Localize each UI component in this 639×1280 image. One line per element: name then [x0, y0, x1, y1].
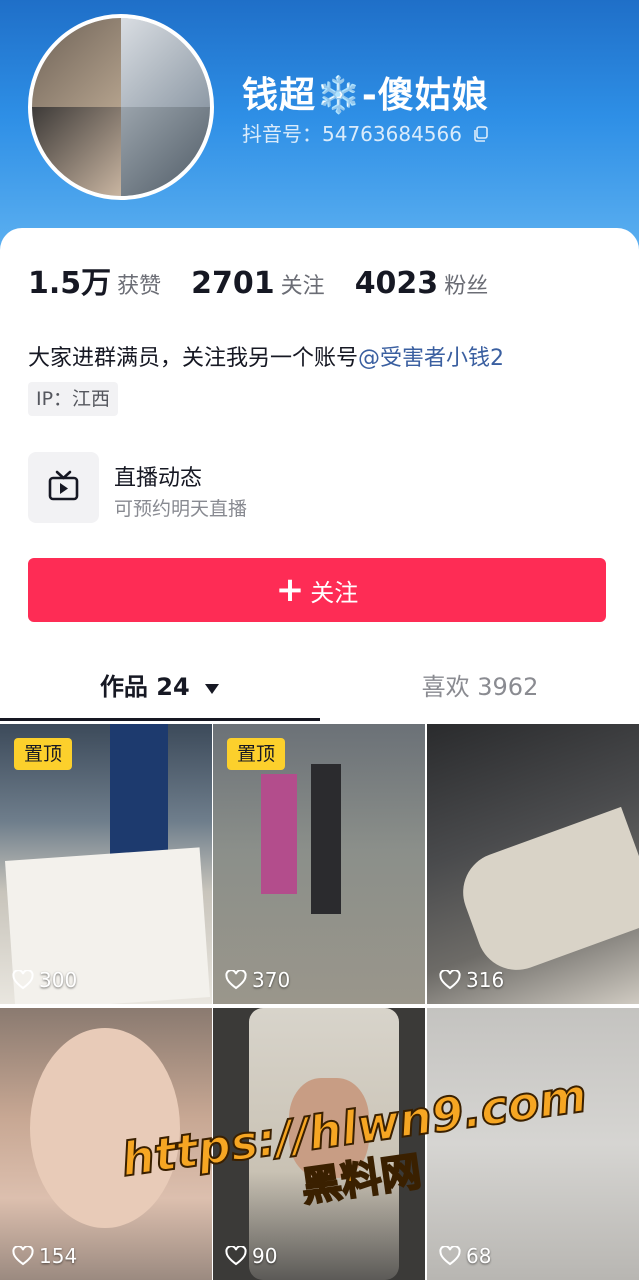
pinned-badge: 置顶: [227, 738, 285, 770]
video-like-count: 90: [225, 1244, 277, 1268]
like-count-text: 154: [39, 1244, 78, 1268]
follow-button-label: 关注: [310, 578, 359, 607]
tab-works-label: 作品 24: [99, 673, 190, 701]
leg-figure: [451, 806, 639, 982]
like-count-text: 90: [252, 1244, 278, 1268]
active-tab-indicator: [0, 718, 320, 721]
avatar-collage-photo: [32, 107, 121, 196]
video-like-count: 300: [12, 968, 77, 992]
pinned-badge: 置顶: [14, 738, 72, 770]
avatar-collage-photo: [121, 18, 210, 107]
copy-icon[interactable]: [472, 125, 490, 143]
video-like-count: 316: [439, 968, 504, 992]
avatar-collage-photo: [32, 18, 121, 107]
followers-count[interactable]: 4023: [355, 266, 439, 301]
profile-stats: 1.5万 获赞 2701 关注 4023 粉丝: [28, 258, 518, 302]
plus-icon: +: [275, 570, 305, 610]
ip-location-badge: IP：江西: [28, 382, 119, 416]
follow-button[interactable]: + 关注: [28, 558, 606, 622]
video-thumbnail[interactable]: 316: [427, 724, 639, 1004]
following-count[interactable]: 2701: [191, 266, 275, 301]
tv-icon: [48, 470, 79, 501]
douyin-id[interactable]: 抖音号：54763684566: [242, 118, 490, 147]
live-activity-entry[interactable]: 直播动态 可预约明天直播: [28, 452, 628, 524]
live-title: 直播动态: [114, 466, 203, 491]
heart-icon: [12, 1246, 34, 1266]
tab-works[interactable]: 作品 24: [0, 658, 320, 716]
caret-down-icon: [205, 684, 220, 694]
video-like-count: 154: [12, 1244, 77, 1268]
like-count-text: 370: [252, 968, 291, 992]
content-tabs: 作品 24 喜欢 3962: [0, 658, 639, 721]
profile-name: 钱超❄️-傻姑娘: [242, 75, 489, 116]
video-thumbnail[interactable]: 68: [427, 1008, 639, 1280]
video-thumbnail[interactable]: 置顶 300: [0, 724, 212, 1004]
avatar-collage-photo: [121, 107, 210, 196]
followers-label[interactable]: 粉丝: [444, 268, 488, 300]
heart-icon: [439, 970, 461, 990]
heart-icon: [439, 1246, 461, 1266]
following-label[interactable]: 关注: [281, 268, 325, 300]
likes-count: 1.5万: [28, 266, 112, 301]
tab-likes[interactable]: 喜欢 3962: [320, 658, 639, 716]
profile-bio: 大家进群满员，关注我另一个账号@受害者小钱2: [28, 340, 504, 372]
person-figure: [261, 774, 297, 894]
likes-label: 获赞: [117, 274, 162, 299]
face-figure: [289, 1078, 369, 1178]
video-thumbnail[interactable]: 90: [213, 1008, 425, 1280]
person-figure: [311, 764, 341, 914]
live-subtitle: 可预约明天直播: [114, 498, 248, 520]
video-thumbnail[interactable]: 置顶 370: [213, 724, 425, 1004]
douyin-id-text: 抖音号：54763684566: [242, 122, 462, 146]
like-count-text: 68: [466, 1244, 492, 1268]
heart-icon: [225, 1246, 247, 1266]
tab-likes-label: 喜欢 3962: [421, 673, 539, 701]
face-figure: [30, 1028, 180, 1228]
video-thumbnail[interactable]: 154: [0, 1008, 212, 1280]
video-like-count: 370: [225, 968, 290, 992]
bio-text: 大家进群满员，关注我另一个账号: [28, 346, 359, 371]
video-like-count: 68: [439, 1244, 491, 1268]
bio-mention-link[interactable]: @受害者小钱2: [358, 346, 504, 371]
live-icon-box: [28, 452, 99, 523]
video-grid: 置顶 300 置顶 370 316 154 90 68: [0, 724, 639, 1280]
heart-icon: [225, 970, 247, 990]
heart-icon: [12, 970, 34, 990]
avatar[interactable]: [28, 14, 214, 200]
like-count-text: 316: [466, 968, 505, 992]
like-count-text: 300: [39, 968, 78, 992]
